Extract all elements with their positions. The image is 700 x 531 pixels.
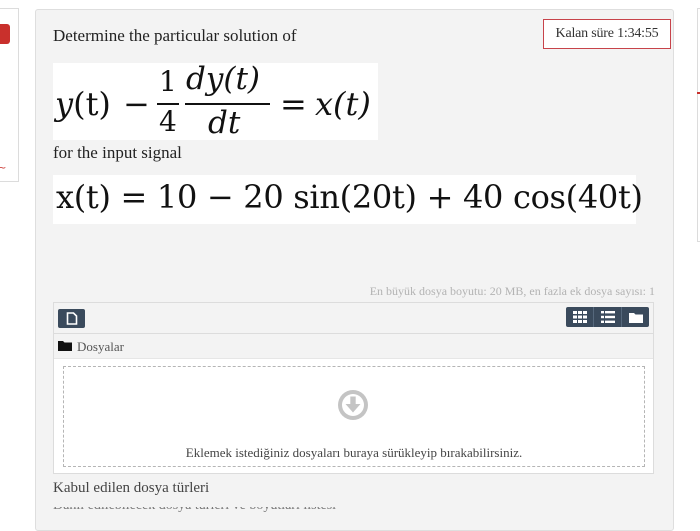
eq1-y: y [55, 85, 74, 123]
accepted-file-types-label: Kabul edilen dosya türleri [53, 480, 210, 496]
eq2-text: x(t) = 10 − 20 sin(20t) + 40 cos(40t) [56, 178, 643, 216]
view-switcher [566, 307, 649, 327]
equation-differential: y(t) − 1 4 dy(t) dt = x(t) [53, 61, 378, 141]
input-signal-label: for the input signal [53, 143, 182, 162]
drop-hint: Eklemek istediğiniz dosyaları buraya sür… [185, 445, 523, 460]
grid-view-button[interactable] [566, 307, 593, 327]
folder-view-icon [628, 312, 643, 323]
file-manager: Dosyalar Eklemek istediğiniz dosyaları b… [53, 302, 654, 474]
eq1-deriv-num: dy(t) [186, 61, 261, 97]
eq1-minus: − [123, 85, 150, 123]
left-mark: ~ [0, 163, 7, 174]
eq1-deriv-den: dt [208, 105, 241, 141]
file-drop-zone[interactable]: Eklemek istediğiniz dosyaları buraya sür… [63, 366, 645, 467]
eq1-rhs: x(t) [315, 85, 371, 123]
list-view-icon [600, 311, 615, 323]
eq1-frac-num: 1 [159, 65, 177, 98]
flag-marker [0, 24, 10, 44]
timer-badge: Kalan süre 1:34:55 [543, 19, 671, 49]
add-file-button[interactable] [58, 309, 85, 328]
download-arrow-icon [338, 390, 368, 420]
breadcrumb: Dosyalar [54, 334, 653, 359]
folder-icon [58, 341, 72, 351]
grid-view-icon [572, 311, 587, 323]
file-toolbar [54, 303, 653, 334]
file-limit-info: En büyük dosya boyutu: 20 MB, en fazla e… [369, 284, 655, 298]
breadcrumb-folder-label[interactable]: Dosyalar [77, 339, 124, 355]
eq1-paren: (t) [73, 85, 111, 123]
file-icon [66, 312, 77, 325]
eq1-equals: = [280, 85, 307, 123]
equation-input-signal: x(t) = 10 − 20 sin(20t) + 40 cos(40t) [53, 175, 643, 224]
truncated-text-line: Dahil edilebilecek dosya türleri ve boyu… [53, 507, 453, 517]
left-nav-panel: ~ [0, 8, 19, 182]
folder-view-button[interactable] [621, 307, 649, 327]
question-title: Determine the particular solution of [53, 26, 297, 45]
eq1-frac-den: 4 [159, 105, 177, 138]
list-view-button[interactable] [593, 307, 621, 327]
